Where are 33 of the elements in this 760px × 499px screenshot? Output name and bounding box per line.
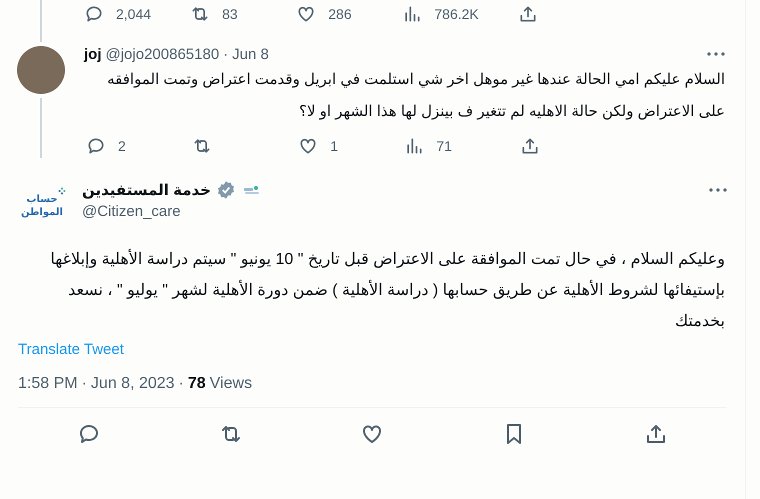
action-count: 2 (118, 138, 126, 154)
account-name[interactable]: خدمة المستفيدين (82, 181, 211, 199)
user-name[interactable]: joj (84, 46, 102, 62)
action-count: 1 (330, 138, 338, 154)
tweet-text: وعليكم السلام ، في حال تمت الموافقة على الاعتراض قبل تاريخ " 10 يونيو " سيتم دراسة الأهلية وإبلاغها بإستيفائها لشروط الأهلية عن طريق حسابها ( دراسة الأهلية ) ضمن دورة الأهلية لشهر " يوليو " ، نسعد بخدمتك (18, 244, 727, 337)
more-options-icon[interactable] (707, 52, 725, 56)
share-icon[interactable] (518, 4, 538, 24)
action-count: 2,044 (116, 6, 152, 22)
tweet-date[interactable]: Jun 8 (232, 46, 269, 62)
logo-text: حساب المواطن (20, 193, 64, 219)
views-count: 78 (188, 375, 206, 393)
heart-icon[interactable] (296, 4, 316, 24)
separator-dot: · (178, 375, 184, 393)
dots-icon (58, 187, 66, 195)
views-label: Views (210, 375, 252, 393)
tweet-time[interactable]: 1:58 PM (18, 375, 78, 393)
affiliate-logo-icon (242, 184, 261, 196)
account-handle[interactable]: @Citizen_care (82, 203, 693, 220)
action-count: 286 (328, 6, 352, 22)
action-count: 786.2K (434, 6, 479, 22)
action-count: 83 (222, 6, 238, 22)
separator-dot: · (82, 375, 87, 393)
avatar-photo (17, 46, 65, 94)
reply-icon[interactable] (86, 136, 106, 156)
reply-icon[interactable] (84, 4, 104, 24)
tweet-text: السلام عليكم امي الحالة عندها غير موهل اخر شي استلمت في ابريل وقدمت اعتراض وتمت الموافقه على الاعتراض ولكن حالة الاهليه لم تتغير ف بينزل لها هذا الشهر او لا؟ (106, 70, 726, 122)
share-icon[interactable] (520, 136, 540, 156)
separator-dot: · (223, 46, 228, 62)
tweet-date[interactable]: Jun 8, 2023 (90, 375, 175, 393)
more-options-icon[interactable] (709, 188, 727, 192)
heart-icon[interactable] (298, 136, 318, 156)
user-handle[interactable]: @jojo200865180 (106, 46, 220, 62)
action-count: 71 (436, 138, 452, 154)
